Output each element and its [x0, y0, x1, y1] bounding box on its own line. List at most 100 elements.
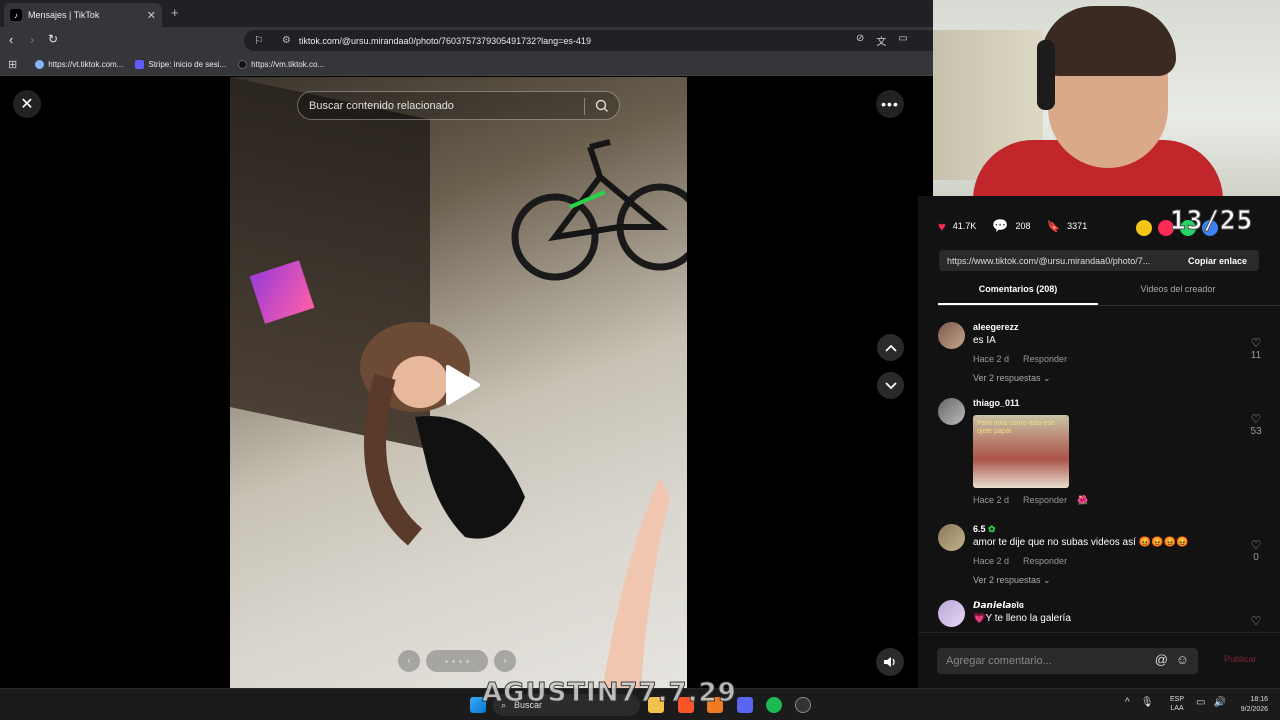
reply-button[interactable]: Responder: [1023, 495, 1067, 505]
previous-photo-button[interactable]: ‹: [398, 650, 420, 672]
discord-icon[interactable]: [737, 697, 753, 713]
carousel-dot[interactable]: [466, 659, 469, 663]
browser-tab[interactable]: ♪ Mensajes | TikTok ✕: [4, 3, 162, 27]
cast-icon[interactable]: ▭: [898, 33, 907, 48]
clover-icon: ✿: [988, 524, 996, 534]
more-options-button[interactable]: •••: [876, 90, 904, 118]
next-post-button[interactable]: [877, 372, 904, 399]
bookmark-label: https://vm.tiktok.co...: [251, 60, 325, 69]
tab-creator-videos[interactable]: Videos del creador: [1098, 284, 1258, 305]
close-icon: ✕: [20, 96, 34, 113]
comment-username[interactable]: aleegerezz: [973, 322, 1019, 332]
volume-button[interactable]: [876, 648, 904, 676]
comment-stat[interactable]: 💬 208: [992, 218, 1030, 234]
post-side-panel: ♥ 41.7K 💬 208 🔖 3371 13/25 https://www.t…: [918, 196, 1280, 688]
comment-sticker-image[interactable]: Pero mira como esta ese ojete papá!: [973, 415, 1069, 488]
tab-comments[interactable]: Comentarios (208): [938, 284, 1098, 305]
photo-arm-shape: [602, 477, 670, 688]
carousel-dot[interactable]: [452, 659, 455, 663]
view-replies-button[interactable]: Ver 2 respuestas ⌄: [973, 373, 1051, 384]
creator-liked-icon: 🌺: [1077, 495, 1089, 505]
comment-text: 💗Y te lleno la galería: [973, 613, 1071, 624]
avatar[interactable]: [938, 600, 965, 627]
next-photo-button[interactable]: ›: [494, 650, 516, 672]
previous-post-button[interactable]: [877, 334, 904, 361]
stream-watermark: AGUSTIN77.7.29: [482, 678, 737, 709]
like-stat[interactable]: ♥ 41.7K: [938, 219, 976, 234]
tab-title: Mensajes | TikTok: [28, 10, 100, 20]
url-text: tiktok.com/@ursu.mirandaa0/photo/7603757…: [298, 35, 591, 46]
save-stat[interactable]: 🔖 3371: [1046, 220, 1087, 233]
comment-username-text: 6.5: [973, 524, 986, 534]
related-search-placeholder: Buscar contenido relacionado: [309, 99, 454, 112]
more-dots-icon: •••: [881, 96, 899, 112]
translate-icon[interactable]: 文: [876, 33, 886, 48]
bookmark-label: https://vt.tiktok.com...: [48, 60, 124, 69]
avatar[interactable]: [938, 524, 965, 551]
language-code: ESP: [1170, 696, 1185, 703]
comment-meta: Hace 2 d Responder: [973, 354, 1067, 364]
comment-username[interactable]: 𝘿𝙖𝙣𝙞𝙚𝙡𝙖ʚĭɞ: [973, 600, 1024, 611]
comment-like-button[interactable]: ♡ 11: [1244, 336, 1268, 361]
bookmark-icon[interactable]: ⚐: [254, 34, 264, 47]
browser-tab-strip: ♪ Mensajes | TikTok ✕ +: [0, 0, 933, 27]
comment-input[interactable]: Agregar comentario... @ ☺: [937, 648, 1198, 674]
search-icon[interactable]: [595, 99, 609, 116]
bookmarks-bar: ⊞ https://vt.tiktok.com... Stripe: inici…: [0, 54, 933, 76]
close-viewer-button[interactable]: ✕: [13, 90, 41, 118]
comment-time: Hace 2 d: [973, 354, 1010, 364]
clock-date: 9/2/2026: [1240, 705, 1268, 713]
avatar[interactable]: [938, 322, 965, 349]
microphone-icon[interactable]: 🎙: [1141, 697, 1154, 708]
comment-like-button[interactable]: ♡ 0: [1244, 538, 1268, 563]
keyboard-layout: LAA: [1170, 705, 1184, 713]
coin-share-icon[interactable]: [1136, 220, 1152, 236]
reload-icon[interactable]: ↻: [48, 32, 58, 46]
reply-button[interactable]: Responder: [1023, 354, 1067, 364]
comment-username[interactable]: thiago_011: [973, 398, 1020, 408]
address-bar[interactable]: ⚐ ⚙ tiktok.com/@ursu.mirandaa0/photo/760…: [244, 30, 944, 51]
comment-username[interactable]: 6.5 ✿: [973, 524, 996, 535]
input-language[interactable]: ESP LAA: [1170, 695, 1184, 713]
bookmark-item-3[interactable]: https://vm.tiktok.co...: [238, 60, 324, 69]
no-tracking-icon[interactable]: ⊘: [856, 33, 864, 48]
bookmark-item-1[interactable]: https://vt.tiktok.com...: [35, 60, 123, 69]
apps-grid-icon[interactable]: ⊞: [8, 58, 17, 71]
bookmark-item-2[interactable]: Stripe: inicio de sesi...: [135, 60, 226, 69]
comment-like-button[interactable]: ♡: [1244, 614, 1268, 628]
emoji-icon[interactable]: ☺: [1176, 652, 1189, 667]
carousel-dot[interactable]: [445, 659, 448, 663]
spotify-icon[interactable]: [766, 697, 782, 713]
tray-chevron-icon[interactable]: ^: [1125, 697, 1130, 708]
tab-close-icon[interactable]: ✕: [147, 9, 156, 22]
copy-link-button[interactable]: Copiar enlace: [1176, 256, 1259, 266]
comment-like-count: 11: [1250, 350, 1262, 361]
system-tray: ^ 🎙: [1125, 697, 1153, 708]
share-link-url[interactable]: https://www.tiktok.com/@ursu.mirandaa0/p…: [939, 256, 1176, 266]
mention-icon[interactable]: @: [1155, 652, 1168, 667]
back-icon[interactable]: ‹: [9, 32, 13, 47]
carousel-dot[interactable]: [459, 659, 462, 663]
status-icons: ▭ 🔊: [1196, 697, 1226, 708]
sticker-caption: Pero mira como esta ese ojete papá!: [977, 420, 1055, 436]
taskbar-clock[interactable]: 18:16 9/2/2026: [1232, 695, 1268, 715]
new-tab-icon[interactable]: +: [171, 5, 179, 20]
obs-icon[interactable]: [795, 697, 811, 713]
forward-icon[interactable]: ›: [30, 32, 34, 47]
chevron-down-icon: [884, 381, 897, 389]
reply-button[interactable]: Responder: [1023, 556, 1067, 566]
volume-icon[interactable]: 🔊: [1213, 697, 1225, 708]
view-replies-button[interactable]: Ver 2 respuestas ⌄: [973, 575, 1051, 586]
avatar[interactable]: [938, 398, 965, 425]
view-replies-label: Ver 2 respuestas: [973, 575, 1041, 585]
panel-tabs: Comentarios (208) Videos del creador: [938, 284, 1280, 306]
play-icon[interactable]: [442, 363, 482, 407]
network-icon[interactable]: ▭: [1196, 697, 1205, 708]
stripe-icon: [135, 60, 145, 69]
comment-bubble-icon: 💬: [992, 218, 1009, 233]
screen: ♪ Mensajes | TikTok ✕ + ‹ › ↻ ⚐ ⚙ tiktok…: [0, 0, 1280, 720]
publish-button[interactable]: Publicar: [1224, 654, 1257, 664]
related-search-bar[interactable]: Buscar contenido relacionado: [297, 91, 620, 120]
site-info-icon[interactable]: ⚙: [282, 35, 291, 46]
comment-like-button[interactable]: ♡ 53: [1244, 412, 1268, 437]
